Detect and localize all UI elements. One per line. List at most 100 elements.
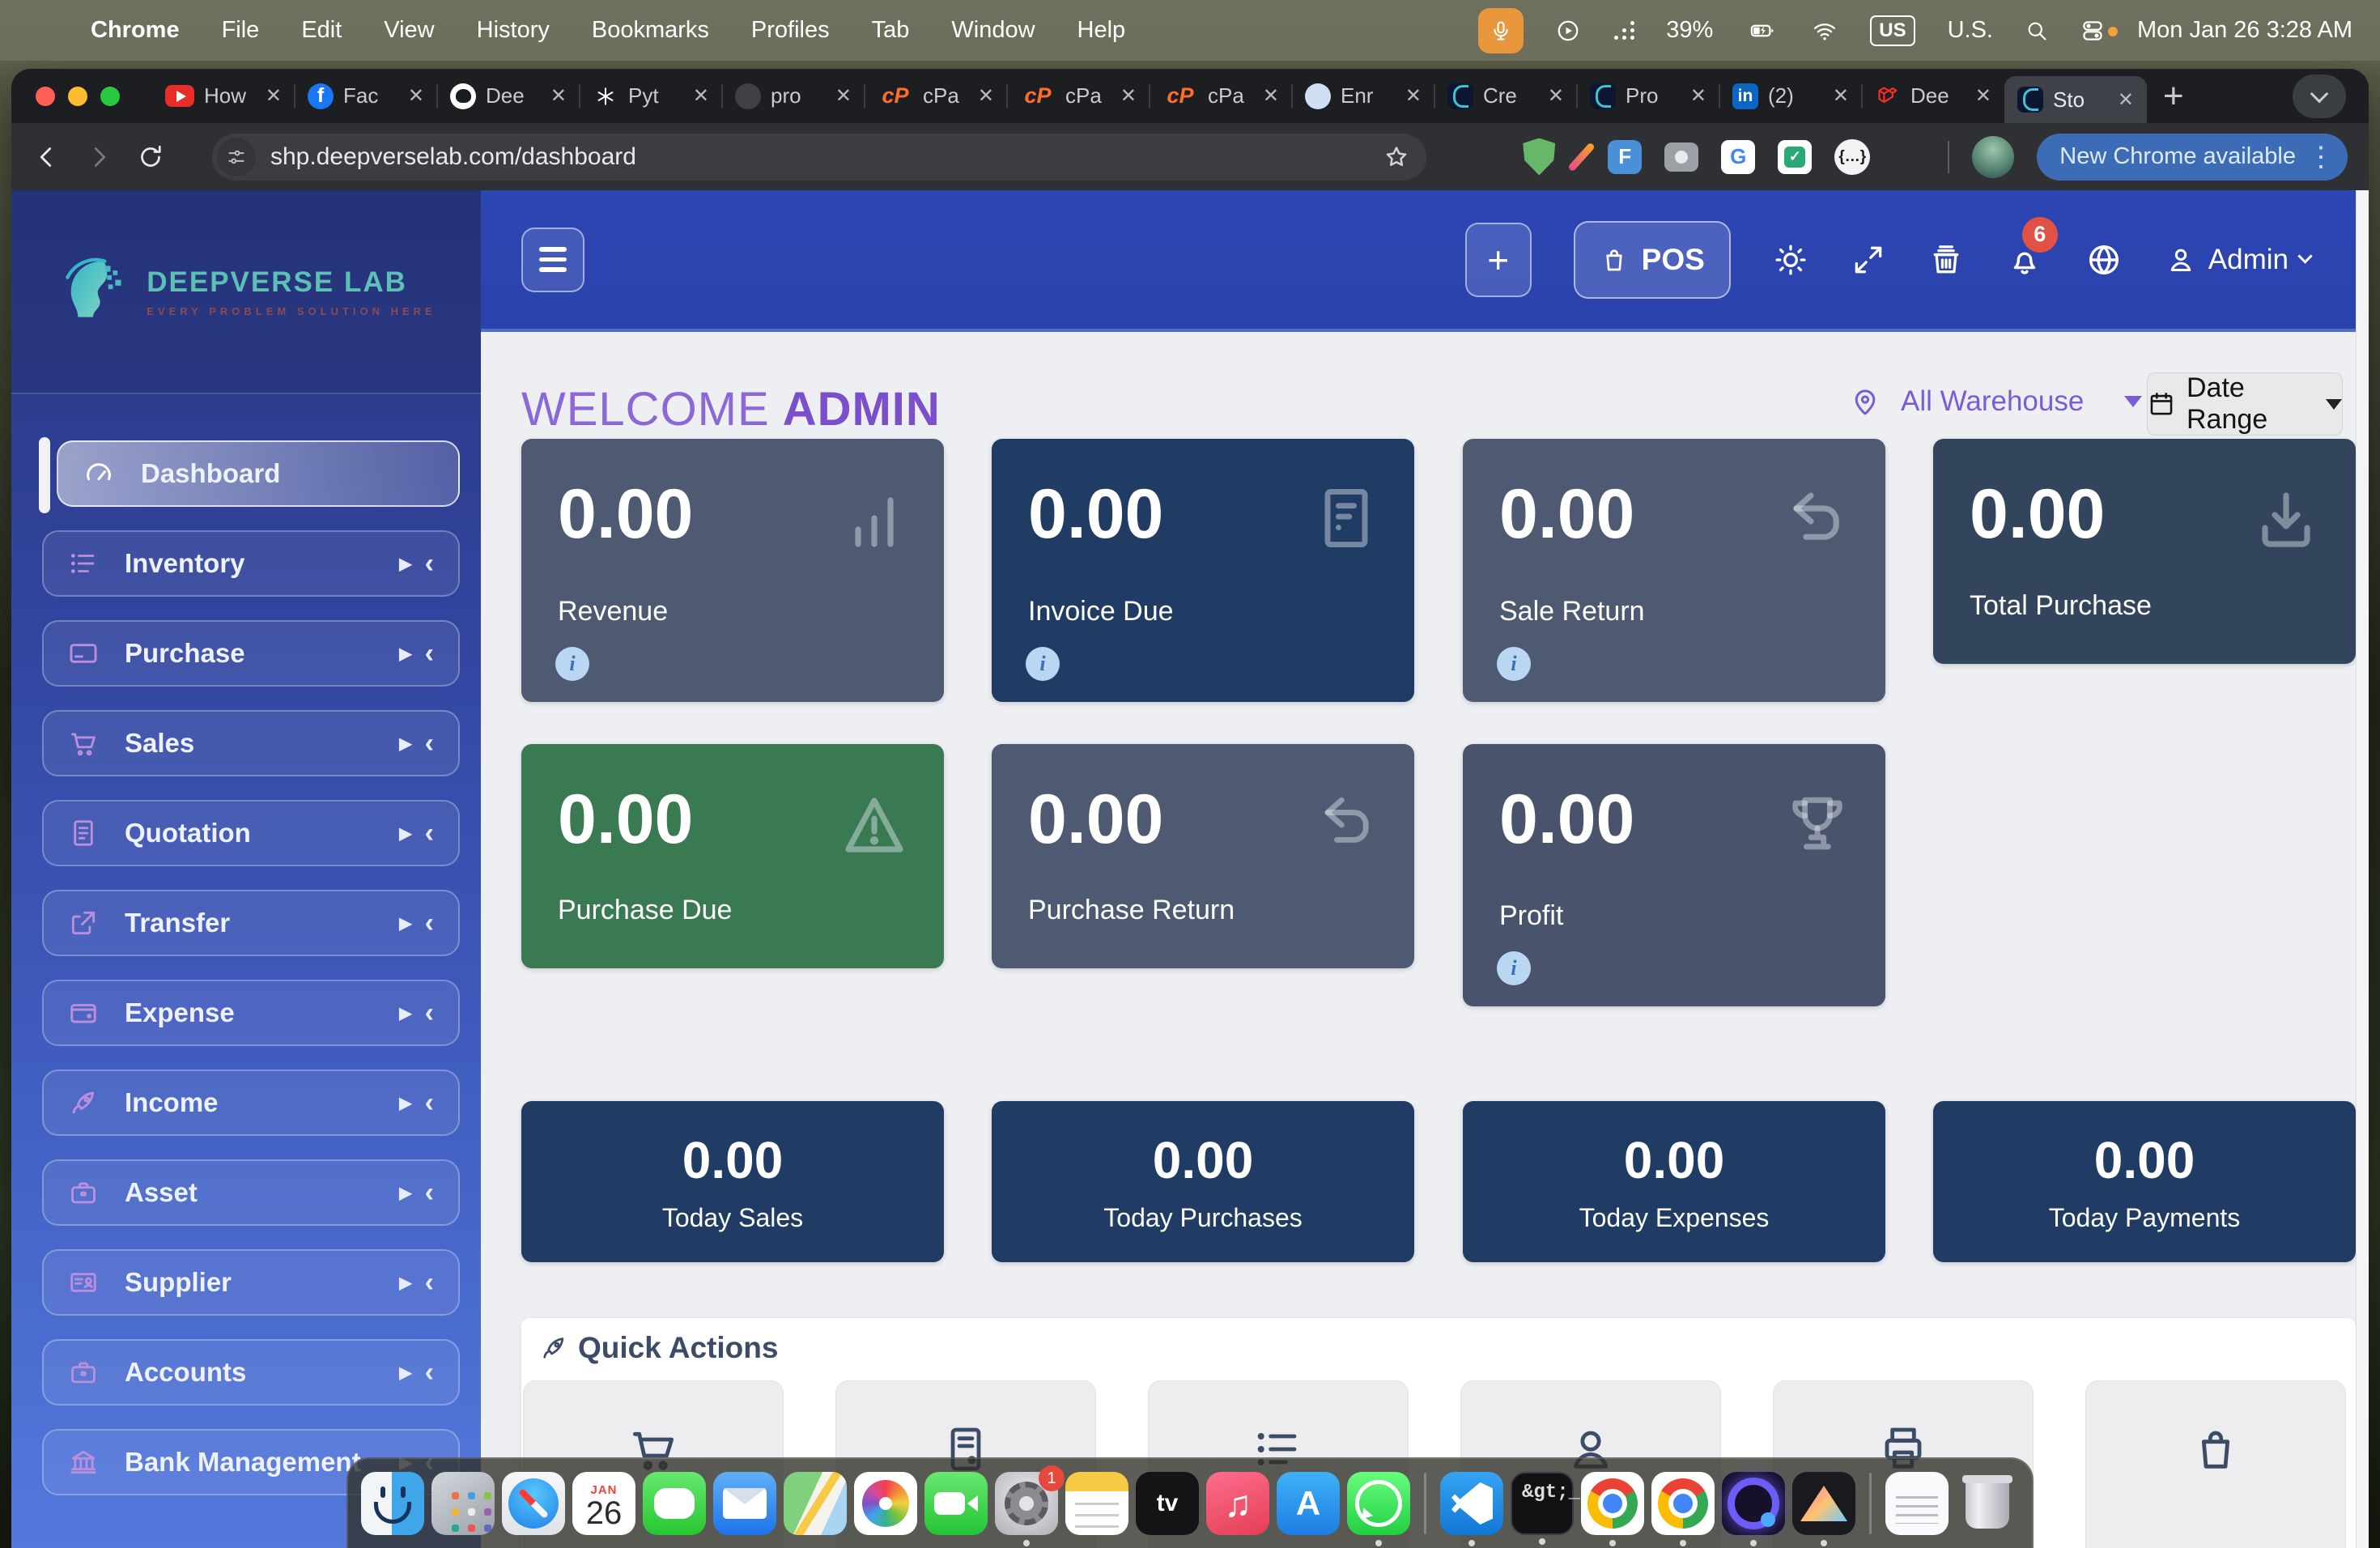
close-tab-icon[interactable]: ✕ [1405,84,1422,108]
menubar-window[interactable]: Window [951,17,1035,44]
card-invoice-due[interactable]: 0.00 Invoice Due i [992,439,1414,702]
info-icon[interactable]: i [1497,951,1531,985]
dock-document-icon[interactable] [1885,1472,1949,1535]
browser-menu-icon[interactable]: ⋮ [2307,141,2335,173]
card-today-payments[interactable]: 0.00 Today Payments [1933,1101,2356,1262]
new-tab-button[interactable]: + [2163,76,2184,117]
fonts-extension-icon[interactable]: F [1608,140,1642,174]
close-tab-icon[interactable]: ✕ [1833,84,1849,108]
menubar-app-name[interactable]: Chrome [91,17,180,44]
sidebar-toggle-button[interactable] [521,228,584,292]
now-playing-icon[interactable] [1556,19,1580,43]
language-globe-icon[interactable] [2085,241,2123,279]
close-tab-icon[interactable]: ✕ [1975,84,1991,108]
translate-extension-icon[interactable]: G [1721,140,1755,174]
sidebar-item-income[interactable]: Income ▶‹ [42,1070,460,1136]
menubar-file[interactable]: File [222,17,260,44]
json-extension-icon[interactable]: {…} [1834,139,1870,175]
dock-vscode-icon[interactable] [1440,1472,1503,1535]
info-icon[interactable]: i [555,647,589,681]
control-center-icon[interactable] [2080,19,2105,43]
close-tab-icon[interactable]: ✕ [693,84,709,108]
dock-chrome-icon[interactable] [1651,1472,1715,1535]
brand-block[interactable]: DEEPVERSE LAB EVERY PROBLEM SOLUTION HER… [11,190,481,394]
screenshot-extension-icon[interactable] [1664,142,1698,172]
minimize-window-button[interactable] [68,87,87,106]
pos-button[interactable]: POS [1574,221,1731,299]
tab-cpanel[interactable]: cPcPa✕ [1150,69,1292,123]
dock-facetime-icon[interactable] [924,1472,988,1535]
card-today-purchases[interactable]: 0.00 Today Purchases [992,1101,1414,1262]
card-purchase-return[interactable]: 0.00 Purchase Return [992,744,1414,968]
menubar-clock[interactable]: Mon Jan 26 3:28 AM [2137,17,2352,44]
tab-cpanel[interactable]: cPcPa✕ [865,69,1007,123]
dock-maps-icon[interactable] [784,1472,847,1535]
tab-laravel[interactable]: Dee✕ [1862,69,2004,123]
tab-loading[interactable]: pro✕ [722,69,865,123]
tab-linkedin[interactable]: in(2)✕ [1719,69,1862,123]
tab-facebook[interactable]: fFac✕ [295,69,437,123]
wifi-icon[interactable] [1812,19,1838,43]
sidebar-item-inventory[interactable]: Inventory ▶‹ [42,530,460,597]
dock-finder-icon[interactable] [361,1472,424,1535]
menubar-tab[interactable]: Tab [872,17,910,44]
sidebar-item-purchase[interactable]: Purchase ▶‹ [42,620,460,687]
sidebar-item-supplier[interactable]: Supplier ▶‹ [42,1249,460,1316]
dock-safari-icon[interactable] [502,1472,565,1535]
info-icon[interactable]: i [1026,647,1060,681]
menubar-profiles[interactable]: Profiles [751,17,830,44]
apple-menu-icon[interactable] [28,19,49,43]
dock-mail-icon[interactable] [713,1472,776,1535]
reload-button[interactable] [136,142,165,172]
card-revenue[interactable]: 0.00 Revenue i [521,439,944,702]
sidebar-item-dashboard[interactable]: Dashboard [57,440,460,507]
sidebar-item-asset[interactable]: Asset ▶‹ [42,1159,460,1226]
microphone-indicator-icon[interactable] [1478,8,1524,53]
dock-notes-icon[interactable] [1065,1472,1128,1535]
tab-github[interactable]: Dee✕ [437,69,580,123]
page-scrollbar[interactable] [2356,190,2369,1548]
tab-youtube[interactable]: How✕ [152,69,295,123]
dock-whatsapp-icon[interactable] [1347,1472,1410,1535]
keyboard-label[interactable]: U.S. [1948,17,1993,44]
menubar-edit[interactable]: Edit [301,17,342,44]
url-text[interactable]: shp.deepverselab.com/dashboard [270,143,636,171]
dock-chrome-icon[interactable] [1581,1472,1644,1535]
tab-deepverse[interactable]: Pro✕ [1577,69,1719,123]
card-today-sales[interactable]: 0.00 Today Sales [521,1101,944,1262]
chrome-update-button[interactable]: New Chrome available ⋮ [2037,134,2348,181]
dock-photos-icon[interactable] [854,1472,917,1535]
adblock-extension-icon[interactable] [1523,138,1555,176]
tab-deepverse[interactable]: Cre✕ [1434,69,1577,123]
close-tab-icon[interactable]: ✕ [978,84,994,108]
bookmark-star-icon[interactable] [1383,143,1410,171]
warehouse-select[interactable]: All Warehouse [1849,385,2142,418]
pen-extension-icon[interactable] [1578,140,1585,174]
card-today-expenses[interactable]: 0.00 Today Expenses [1463,1101,1885,1262]
dock-calendar-icon[interactable]: JAN26 [572,1472,635,1535]
menubar-view[interactable]: View [384,17,434,44]
forward-button[interactable] [84,142,113,172]
zoom-window-button[interactable] [100,87,120,106]
sidebar-item-expense[interactable]: Expense ▶‹ [42,980,460,1046]
sidebar-item-quotation[interactable]: Quotation ▶‹ [42,800,460,866]
keyboard-flag[interactable]: US [1870,15,1915,46]
profile-avatar[interactable] [1972,136,2014,178]
tab-openai[interactable]: Pyt✕ [580,69,722,123]
dock-trash-icon[interactable] [1956,1472,2019,1535]
sidebar-item-sales[interactable]: Sales ▶‹ [42,710,460,776]
close-window-button[interactable] [36,87,55,106]
notifications-button[interactable]: 6 [2006,241,2043,279]
sidebar-item-accounts[interactable]: Accounts ▶‹ [42,1339,460,1406]
screen-mirroring-icon[interactable] [1613,20,1634,41]
close-tab-icon[interactable]: ✕ [266,84,282,108]
card-profit[interactable]: 0.00 Profit i [1463,744,1885,1006]
menubar-history[interactable]: History [477,17,550,44]
spotlight-search-icon[interactable] [2025,19,2048,42]
dock-screen-studio-icon[interactable] [1722,1472,1785,1535]
extensions-puzzle-icon[interactable] [1893,141,1925,173]
close-tab-icon[interactable]: ✕ [1263,84,1279,108]
info-icon[interactable]: i [1497,647,1531,681]
menubar-bookmarks[interactable]: Bookmarks [592,17,709,44]
close-tab-icon[interactable]: ✕ [1120,84,1137,108]
